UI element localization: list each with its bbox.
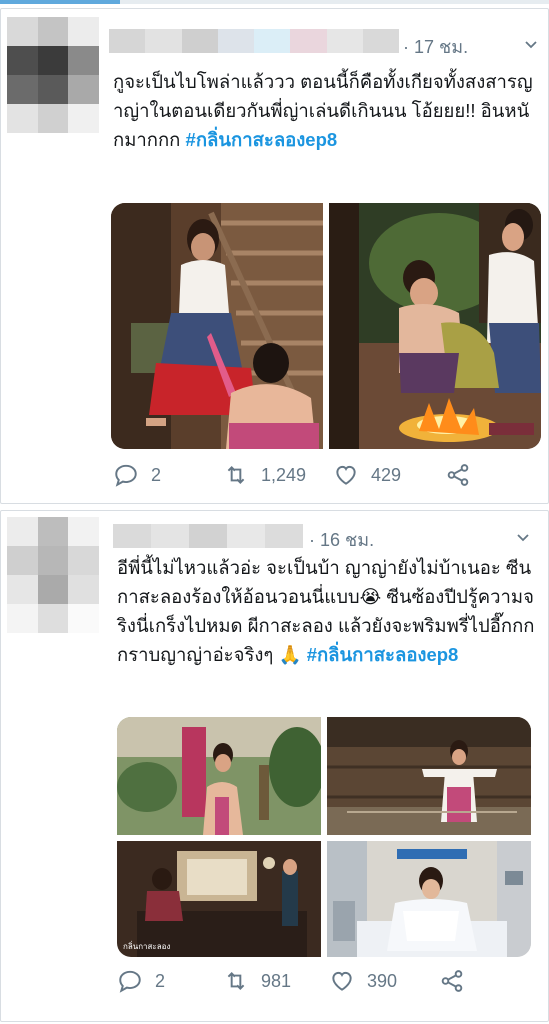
reply-button[interactable]: 2	[117, 965, 165, 997]
retweet-icon	[227, 972, 245, 990]
like-icon	[336, 465, 356, 485]
chevron-down-icon[interactable]	[523, 37, 539, 53]
retweet-button[interactable]: 981	[223, 965, 291, 997]
tweet-card[interactable]: · 16 ชม. อีพี่นี้ไม่ไหวแล้วอ่ะ จะเป็นบ้า…	[0, 510, 549, 1022]
progress-line	[0, 0, 549, 4]
share-icon	[441, 970, 463, 992]
image-caption: กลิ่นกาสะลอง	[123, 940, 170, 951]
chevron-down-icon[interactable]	[515, 530, 531, 546]
like-count: 390	[367, 970, 398, 991]
share-button[interactable]	[445, 459, 483, 491]
hashtag-link[interactable]: #กลิ่นกาสะลองep8	[186, 129, 338, 150]
media-image-2[interactable]	[329, 203, 541, 449]
retweet-count: 1,249	[261, 464, 307, 485]
media-image-1[interactable]	[111, 203, 323, 449]
like-icon	[332, 971, 352, 991]
reply-icon	[115, 464, 137, 487]
reply-count: 2	[155, 970, 166, 991]
retweet-button[interactable]: 1,249	[223, 459, 306, 491]
tweet-text: อีพี่นี้ไม่ไหวแล้วอ่ะ จะเป็นบ้า ญาญ่ายัง…	[117, 553, 538, 669]
retweet-icon	[227, 466, 245, 484]
tweet-actions: 2 1,249 429	[113, 459, 538, 491]
media-image-4[interactable]	[327, 841, 531, 957]
media-image-2[interactable]	[327, 717, 531, 835]
tweet-timestamp[interactable]: · 16 ชม.	[309, 525, 374, 554]
retweet-count: 981	[261, 970, 292, 991]
like-button[interactable]: 390	[329, 965, 397, 997]
media-image-3[interactable]: กลิ่นกาสะลอง	[117, 841, 321, 957]
hashtag-link[interactable]: #กลิ่นกาสะลองep8	[307, 644, 459, 665]
tweet-text: กูจะเป็นไบโพล่าแล้ววว ตอนนี้ก็คือทั้งเกี…	[113, 67, 538, 154]
display-name[interactable]	[113, 524, 303, 548]
media-image-1[interactable]	[117, 717, 321, 835]
reply-button[interactable]: 2	[113, 459, 161, 491]
share-button[interactable]	[439, 965, 477, 997]
tweet-card[interactable]: · 17 ชม. กูจะเป็นไบโพล่าแล้ววว ตอนนี้ก็ค…	[0, 8, 549, 504]
like-button[interactable]: 429	[333, 459, 401, 491]
tweet-timestamp[interactable]: · 17 ชม.	[403, 32, 468, 61]
tweet-media[interactable]	[111, 203, 541, 449]
reply-count: 2	[151, 464, 162, 485]
avatar[interactable]	[7, 517, 99, 633]
avatar[interactable]	[7, 17, 99, 133]
like-count: 429	[371, 464, 402, 485]
tweet-media[interactable]: กลิ่นกาสะลอง	[117, 717, 531, 957]
reply-icon	[119, 970, 141, 993]
display-name[interactable]	[109, 29, 399, 53]
share-icon	[447, 464, 469, 486]
tweet-actions: 2 981 390	[117, 965, 538, 997]
